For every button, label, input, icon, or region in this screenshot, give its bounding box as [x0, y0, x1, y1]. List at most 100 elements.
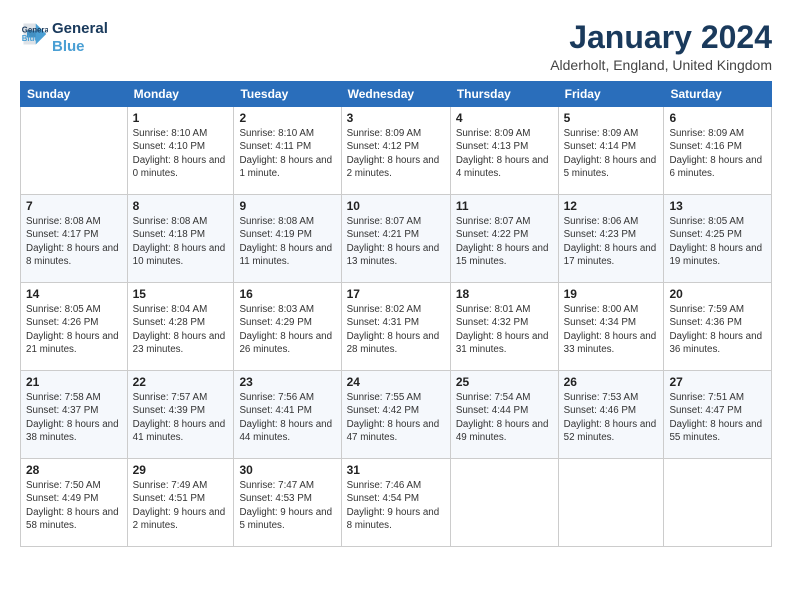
cell-sun-info: Sunrise: 7:53 AMSunset: 4:46 PMDaylight:…: [564, 391, 659, 444]
calendar-week-row: 28 Sunrise: 7:50 AMSunset: 4:49 PMDayligh…: [21, 459, 772, 547]
cell-sun-info: Sunrise: 8:07 AMSunset: 4:21 PMDaylight:…: [347, 215, 445, 268]
title-block: January 2024 Alderholt, England, United …: [550, 20, 772, 73]
calendar-cell: 17 Sunrise: 8:02 AMSunset: 4:31 PMDayligh…: [341, 283, 450, 371]
calendar-day-header: Saturday: [664, 82, 772, 107]
cell-sun-info: Sunrise: 8:05 AMSunset: 4:25 PMDaylight:…: [669, 215, 766, 268]
calendar-cell: 29Sunrise: 7:49 AMSunset: 4:51 PMDayligh…: [127, 459, 234, 547]
calendar-cell: 13 Sunrise: 8:05 AMSunset: 4:25 PMDayligh…: [664, 195, 772, 283]
cell-date-number: 2: [239, 111, 335, 125]
calendar-cell: 12 Sunrise: 8:06 AMSunset: 4:23 PMDayligh…: [558, 195, 664, 283]
month-title: January 2024: [550, 20, 772, 55]
calendar-cell: 23Sunrise: 7:56 AMSunset: 4:41 PMDayligh…: [234, 371, 341, 459]
cell-sun-info: Sunrise: 7:46 AMSunset: 4:54 PMDaylight:…: [347, 479, 445, 532]
cell-date-number: 20: [669, 287, 766, 301]
calendar-day-header: Monday: [127, 82, 234, 107]
cell-sun-info: Sunrise: 8:10 AMSunset: 4:11 PMDaylight:…: [239, 127, 335, 180]
cell-date-number: 6: [669, 111, 766, 125]
cell-sun-info: Sunrise: 8:08 AMSunset: 4:17 PMDaylight:…: [26, 215, 122, 268]
cell-sun-info: Sunrise: 8:02 AMSunset: 4:31 PMDaylight:…: [347, 303, 445, 356]
cell-date-number: 29: [133, 463, 229, 477]
cell-sun-info: Sunrise: 8:09 AMSunset: 4:12 PMDaylight:…: [347, 127, 445, 180]
cell-date-number: 3: [347, 111, 445, 125]
calendar-cell: 5 Sunrise: 8:09 AMSunset: 4:14 PMDaylight…: [558, 107, 664, 195]
cell-date-number: 4: [456, 111, 553, 125]
cell-sun-info: Sunrise: 7:51 AMSunset: 4:47 PMDaylight:…: [669, 391, 766, 444]
cell-sun-info: Sunrise: 8:09 AMSunset: 4:14 PMDaylight:…: [564, 127, 659, 180]
calendar-cell: 21 Sunrise: 7:58 AMSunset: 4:37 PMDayligh…: [21, 371, 128, 459]
cell-sun-info: Sunrise: 8:06 AMSunset: 4:23 PMDaylight:…: [564, 215, 659, 268]
calendar-cell: 6Sunrise: 8:09 AMSunset: 4:16 PMDaylight…: [664, 107, 772, 195]
cell-sun-info: Sunrise: 7:54 AMSunset: 4:44 PMDaylight:…: [456, 391, 553, 444]
calendar-cell: 22 Sunrise: 7:57 AMSunset: 4:39 PMDayligh…: [127, 371, 234, 459]
cell-date-number: 28: [26, 463, 122, 477]
cell-date-number: 18: [456, 287, 553, 301]
calendar-table: SundayMondayTuesdayWednesdayThursdayFrid…: [20, 81, 772, 547]
cell-date-number: 14: [26, 287, 122, 301]
cell-date-number: 11: [456, 199, 553, 213]
cell-date-number: 26: [564, 375, 659, 389]
cell-date-number: 30: [239, 463, 335, 477]
location: Alderholt, England, United Kingdom: [550, 57, 772, 73]
cell-sun-info: Sunrise: 7:47 AMSunset: 4:53 PMDaylight:…: [239, 479, 335, 532]
calendar-cell: 3 Sunrise: 8:09 AMSunset: 4:12 PMDaylight…: [341, 107, 450, 195]
cell-sun-info: Sunrise: 8:00 AMSunset: 4:34 PMDaylight:…: [564, 303, 659, 356]
calendar-cell: 15 Sunrise: 8:04 AMSunset: 4:28 PMDayligh…: [127, 283, 234, 371]
svg-text:Blue: Blue: [22, 34, 40, 43]
calendar-cell: 1 Sunrise: 8:10 AMSunset: 4:10 PMDaylight…: [127, 107, 234, 195]
cell-sun-info: Sunrise: 7:57 AMSunset: 4:39 PMDaylight:…: [133, 391, 229, 444]
cell-date-number: 5: [564, 111, 659, 125]
calendar-cell: 20 Sunrise: 7:59 AMSunset: 4:36 PMDayligh…: [664, 283, 772, 371]
calendar-cell: 7 Sunrise: 8:08 AMSunset: 4:17 PMDaylight…: [21, 195, 128, 283]
cell-sun-info: Sunrise: 7:55 AMSunset: 4:42 PMDaylight:…: [347, 391, 445, 444]
cell-date-number: 24: [347, 375, 445, 389]
cell-sun-info: Sunrise: 7:50 AMSunset: 4:49 PMDaylight:…: [26, 479, 122, 532]
page: General Blue General Blue January 2024 A…: [0, 0, 792, 612]
calendar-cell: 27 Sunrise: 7:51 AMSunset: 4:47 PMDayligh…: [664, 371, 772, 459]
cell-sun-info: Sunrise: 8:04 AMSunset: 4:28 PMDaylight:…: [133, 303, 229, 356]
calendar-week-row: 7 Sunrise: 8:08 AMSunset: 4:17 PMDaylight…: [21, 195, 772, 283]
calendar-cell: 28 Sunrise: 7:50 AMSunset: 4:49 PMDayligh…: [21, 459, 128, 547]
calendar-week-row: 14Sunrise: 8:05 AMSunset: 4:26 PMDayligh…: [21, 283, 772, 371]
calendar-header-row: SundayMondayTuesdayWednesdayThursdayFrid…: [21, 82, 772, 107]
cell-sun-info: Sunrise: 8:03 AMSunset: 4:29 PMDaylight:…: [239, 303, 335, 356]
cell-date-number: 10: [347, 199, 445, 213]
cell-date-number: 21: [26, 375, 122, 389]
cell-sun-info: Sunrise: 8:10 AMSunset: 4:10 PMDaylight:…: [133, 127, 229, 180]
calendar-cell: [21, 107, 128, 195]
calendar-week-row: 21 Sunrise: 7:58 AMSunset: 4:37 PMDayligh…: [21, 371, 772, 459]
cell-sun-info: Sunrise: 7:59 AMSunset: 4:36 PMDaylight:…: [669, 303, 766, 356]
cell-date-number: 16: [239, 287, 335, 301]
cell-sun-info: Sunrise: 8:08 AMSunset: 4:18 PMDaylight:…: [133, 215, 229, 268]
cell-date-number: 17: [347, 287, 445, 301]
calendar-cell: 10 Sunrise: 8:07 AMSunset: 4:21 PMDayligh…: [341, 195, 450, 283]
cell-date-number: 8: [133, 199, 229, 213]
cell-date-number: 1: [133, 111, 229, 125]
cell-date-number: 7: [26, 199, 122, 213]
cell-date-number: 13: [669, 199, 766, 213]
calendar-cell: 9 Sunrise: 8:08 AMSunset: 4:19 PMDaylight…: [234, 195, 341, 283]
cell-date-number: 15: [133, 287, 229, 301]
calendar-day-header: Wednesday: [341, 82, 450, 107]
calendar-week-row: 1 Sunrise: 8:10 AMSunset: 4:10 PMDaylight…: [21, 107, 772, 195]
cell-sun-info: Sunrise: 8:08 AMSunset: 4:19 PMDaylight:…: [239, 215, 335, 268]
svg-text:General: General: [22, 25, 48, 34]
cell-sun-info: Sunrise: 8:09 AMSunset: 4:13 PMDaylight:…: [456, 127, 553, 180]
header: General Blue General Blue January 2024 A…: [20, 20, 772, 73]
calendar-cell: 31 Sunrise: 7:46 AMSunset: 4:54 PMDayligh…: [341, 459, 450, 547]
calendar-cell: 14Sunrise: 8:05 AMSunset: 4:26 PMDayligh…: [21, 283, 128, 371]
calendar-cell: [664, 459, 772, 547]
calendar-day-header: Tuesday: [234, 82, 341, 107]
cell-date-number: 22: [133, 375, 229, 389]
cell-date-number: 12: [564, 199, 659, 213]
cell-date-number: 27: [669, 375, 766, 389]
calendar-cell: 4 Sunrise: 8:09 AMSunset: 4:13 PMDaylight…: [450, 107, 558, 195]
cell-date-number: 19: [564, 287, 659, 301]
calendar-cell: 8 Sunrise: 8:08 AMSunset: 4:18 PMDaylight…: [127, 195, 234, 283]
calendar-cell: 2 Sunrise: 8:10 AMSunset: 4:11 PMDaylight…: [234, 107, 341, 195]
cell-date-number: 9: [239, 199, 335, 213]
cell-sun-info: Sunrise: 7:58 AMSunset: 4:37 PMDaylight:…: [26, 391, 122, 444]
cell-date-number: 31: [347, 463, 445, 477]
cell-sun-info: Sunrise: 8:01 AMSunset: 4:32 PMDaylight:…: [456, 303, 553, 356]
calendar-cell: 16 Sunrise: 8:03 AMSunset: 4:29 PMDayligh…: [234, 283, 341, 371]
calendar-cell: [450, 459, 558, 547]
